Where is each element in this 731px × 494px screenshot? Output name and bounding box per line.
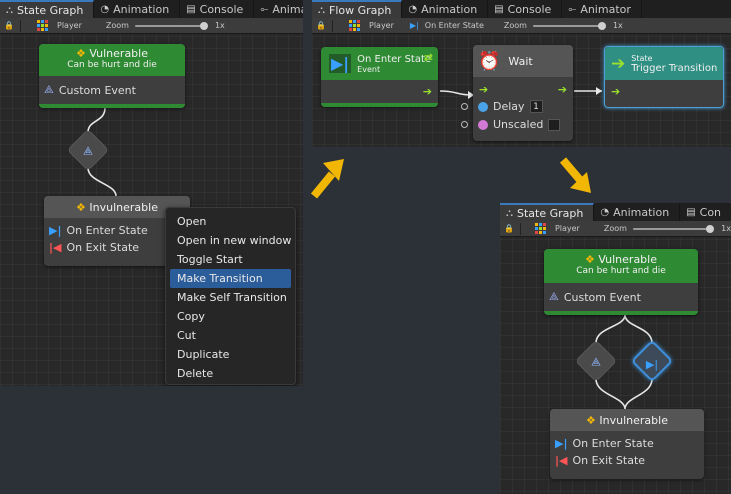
- enter-state-icon: ▶|: [645, 357, 659, 371]
- context-menu: Open Open in new window Toggle Start Mak…: [165, 207, 296, 385]
- delay-port-icon: [461, 103, 468, 110]
- node-title: Wait: [508, 54, 533, 68]
- state-node-invulnerable[interactable]: ❖ Invulnerable ▶| On Enter State |◀ On Exi…: [550, 409, 704, 479]
- flow-port-icon: ⇄: [423, 51, 433, 64]
- node-subtitle: Can be hurt and die: [576, 266, 666, 276]
- float-icon: [478, 101, 488, 112]
- delay-row: Delay 1: [478, 100, 543, 113]
- unscaled-checkbox[interactable]: [548, 118, 561, 131]
- custom-event-row[interactable]: ⟁ Custom Event: [39, 76, 185, 97]
- unscaled-row: Unscaled: [478, 118, 561, 131]
- node-kicker: State: [631, 53, 653, 63]
- menu-item-toggle-start[interactable]: Toggle Start: [166, 250, 295, 269]
- menu-item-open-new-window[interactable]: Open in new window: [166, 231, 295, 250]
- custom-event-icon: ⟁: [44, 83, 54, 96]
- trigger-transition-node[interactable]: ➔ State Trigger Transition ➔: [604, 46, 724, 108]
- on-enter-state-node[interactable]: ▶| On Enter State Event ⇄ ➔: [321, 47, 438, 107]
- transition-arrow-icon: ➔: [611, 53, 626, 74]
- menu-item-duplicate[interactable]: Duplicate: [166, 345, 295, 364]
- exit-state-icon: |◀: [555, 454, 568, 467]
- on-enter-state-row[interactable]: ▶| On Enter State: [550, 431, 704, 450]
- flow-input-port[interactable]: ➔: [611, 85, 620, 98]
- menu-item-delete[interactable]: Delete: [166, 364, 295, 383]
- node-title: Invulnerable: [89, 201, 158, 214]
- menu-item-make-transition[interactable]: Make Transition: [170, 269, 291, 288]
- node-title: Invulnerable: [599, 414, 668, 427]
- flow-graph-panel: ⛬ Flow Graph ◔ Animation ▤ Console ⟜ Animato…: [312, 0, 731, 147]
- node-subtitle: Can be hurt and die: [67, 60, 157, 70]
- bool-icon: [478, 119, 488, 130]
- state-graph-panel-left: ⛬State Graph ◔Animation ▤Console ⟜Anima …: [0, 0, 303, 386]
- menu-item-open[interactable]: Open: [166, 212, 295, 231]
- wait-node[interactable]: ⏰ Wait ➔ ➔ Delay 1 Unscaled: [461, 45, 573, 141]
- state-graph-panel-right: ⛬ State Graph ◔ Animation ▤ Con 🔒 Player Zo…: [500, 203, 731, 494]
- node-subtitle: Event: [357, 64, 381, 74]
- custom-event-icon: ⟁: [591, 355, 601, 369]
- custom-event-icon: ⟁: [549, 290, 559, 303]
- enter-state-icon: ▶|: [555, 437, 568, 450]
- menu-item-make-self-transition[interactable]: Make Self Transition: [166, 288, 295, 307]
- state-node-vulnerable[interactable]: ❖ Vulnerable Can be hurt and die ⟁ Custo…: [544, 249, 698, 315]
- flow-output-port[interactable]: ➔: [558, 83, 567, 96]
- node-title: Vulnerable: [598, 253, 657, 266]
- menu-item-copy[interactable]: Copy: [166, 307, 295, 326]
- alarm-clock-icon: ⏰: [478, 50, 501, 72]
- menu-item-cut[interactable]: Cut: [166, 326, 295, 345]
- flow-output-port[interactable]: ➔: [423, 85, 432, 98]
- on-exit-state-row[interactable]: |◀ On Exit State: [550, 450, 704, 467]
- delay-input[interactable]: 1: [529, 100, 543, 113]
- state-icon: ❖: [76, 47, 86, 60]
- enter-state-icon: ▶|: [329, 54, 352, 73]
- state-icon: ❖: [585, 253, 595, 266]
- state-icon: ❖: [586, 414, 596, 427]
- node-title: On Enter State: [357, 53, 432, 65]
- node-title: Trigger Transition: [631, 62, 718, 74]
- state-node-vulnerable[interactable]: ❖ Vulnerable Can be hurt and die ⟁ Custo…: [39, 44, 185, 108]
- custom-event-row[interactable]: ⟁ Custom Event: [544, 283, 698, 304]
- enter-state-icon: ▶|: [49, 224, 62, 237]
- arrow-up-right-icon: [310, 159, 344, 199]
- state-icon: ❖: [76, 201, 86, 214]
- unscaled-port-icon: [461, 121, 468, 128]
- flow-input-port[interactable]: ➔: [479, 83, 488, 96]
- arrow-down-right-icon: [559, 157, 591, 193]
- exit-state-icon: |◀: [49, 241, 62, 254]
- node-title: Vulnerable: [89, 47, 148, 60]
- transition-icon: ⟁: [83, 144, 93, 158]
